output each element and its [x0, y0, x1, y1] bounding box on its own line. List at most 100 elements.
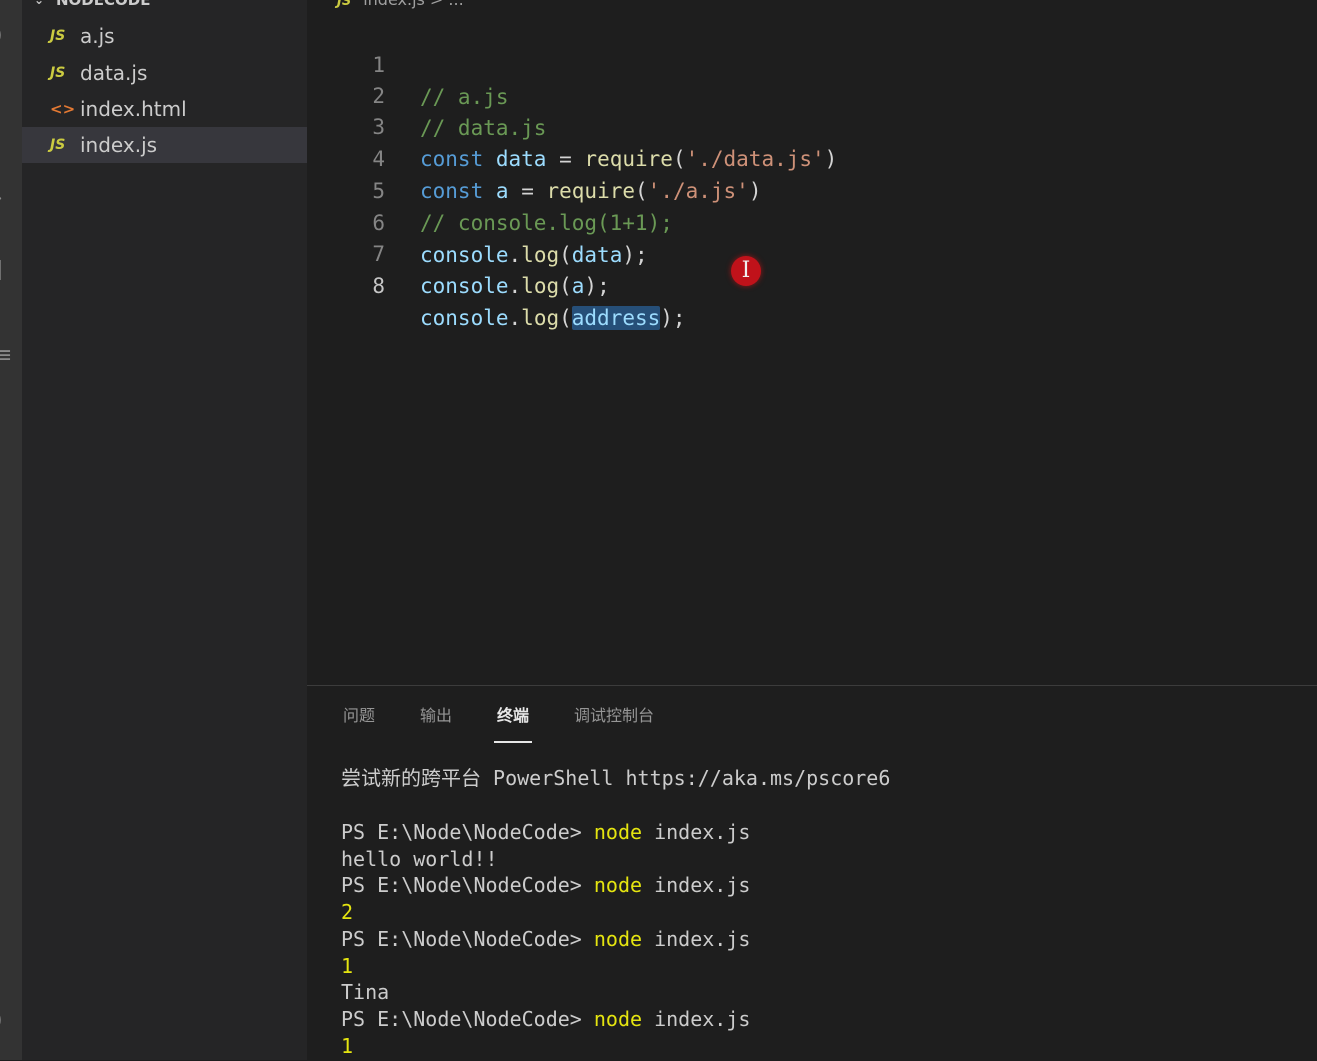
terminal-argument: index.js: [642, 1007, 751, 1031]
activity-icon[interactable]: ›: [0, 188, 6, 210]
code-comment: // console.log(1+1);: [420, 211, 673, 235]
javascript-file-icon: JS: [50, 137, 66, 153]
code-dot: .: [508, 274, 522, 298]
terminal-output: 2: [341, 900, 354, 924]
code-paren: (: [559, 243, 572, 267]
tab-debug-console[interactable]: 调试控制台: [574, 704, 654, 728]
activity-icon[interactable]: ≡: [0, 345, 12, 367]
tab-output[interactable]: 输出: [420, 704, 452, 728]
file-name: a.js: [80, 24, 115, 48]
code-dot: .: [508, 243, 522, 267]
breadcrumb[interactable]: JS index.js > ...: [337, 0, 464, 10]
code-paren: (: [559, 274, 572, 298]
javascript-file-icon: JS: [337, 0, 352, 9]
terminal-command-line: PS E:\Node\NodeCode> node index.js: [341, 872, 750, 899]
code-function: log: [521, 274, 560, 298]
file-item-index-js[interactable]: JS index.js: [22, 127, 307, 163]
code-line[interactable]: 5 // console.log(1+1);: [307, 143, 673, 235]
file-name: data.js: [80, 61, 148, 85]
code-paren: );: [622, 243, 648, 267]
code-paren: (: [635, 179, 648, 203]
code-paren: (: [559, 306, 572, 330]
bottom-panel: 问题 输出 终端 调试控制台 尝试新的跨平台 PowerShell https:…: [307, 685, 1317, 1061]
code-variable: a: [495, 179, 509, 203]
terminal-argument: index.js: [642, 927, 751, 951]
terminal-output: 1: [341, 954, 354, 978]
activity-icon[interactable]: ]: [0, 260, 6, 282]
code-comment: // a.js: [420, 85, 509, 109]
code-line[interactable]: 4 const a = require('./a.js'): [307, 111, 761, 203]
code-variable: data: [495, 147, 547, 171]
terminal-command-line: PS E:\Node\NodeCode> node index.js: [341, 1006, 750, 1033]
folder-name: NODECODE: [56, 0, 151, 9]
breadcrumb-path[interactable]: index.js > ...: [363, 0, 463, 9]
code-object: console: [420, 306, 509, 330]
terminal-output: Tina: [341, 980, 390, 1004]
terminal-argument: index.js: [642, 873, 751, 897]
selected-text[interactable]: address: [571, 306, 661, 330]
code-operator: =: [559, 147, 572, 171]
code-function: log: [521, 306, 560, 330]
tab-problems[interactable]: 问题: [343, 704, 375, 728]
code-keyword: const: [420, 147, 484, 171]
code-operator: =: [521, 179, 534, 203]
code-paren: ): [748, 179, 762, 203]
terminal-output: hello world!!: [341, 847, 498, 871]
activity-bar: ) › ] ≡ ): [0, 0, 22, 1060]
code-function: log: [521, 243, 560, 267]
terminal-prompt: PS E:\Node\NodeCode>: [341, 1007, 594, 1031]
terminal-command: node: [593, 927, 643, 951]
mouse-cursor-highlight: I: [731, 256, 761, 286]
code-function: require: [584, 147, 673, 171]
text-cursor-icon: I: [741, 258, 751, 283]
code-keyword: const: [420, 179, 484, 203]
code-paren: ): [824, 147, 838, 171]
code-function: require: [546, 179, 636, 203]
code-line-current[interactable]: 8 console.log(address);: [307, 238, 686, 330]
terminal-prompt: PS E:\Node\NodeCode>: [341, 820, 594, 844]
explorer-sidebar: ⌄ NODECODE JS a.js JS data.js <> index.h…: [22, 0, 307, 1060]
code-editor[interactable]: JSindex.js > ... 1 // a.js 2 // data.js …: [307, 0, 1317, 685]
active-tab-indicator: [494, 741, 533, 743]
terminal-banner: 尝试新的跨平台 PowerShell https://aka.ms/pscore…: [341, 766, 891, 790]
explorer-folder-header[interactable]: ⌄ NODECODE: [22, 0, 307, 10]
code-object: console: [420, 243, 509, 267]
terminal-command: node: [593, 1007, 643, 1031]
terminal-command-line: PS E:\Node\NodeCode> node index.js: [341, 819, 750, 846]
code-comment: // data.js: [420, 116, 547, 140]
terminal-argument: index.js: [642, 820, 751, 844]
line-number: 8: [372, 274, 385, 298]
terminal-output: 1: [341, 1034, 354, 1058]
code-object: console: [420, 274, 509, 298]
file-item-a-js[interactable]: JS a.js: [22, 18, 307, 54]
activity-icon[interactable]: ): [0, 25, 6, 47]
file-item-data-js[interactable]: JS data.js: [22, 55, 307, 91]
code-paren: (: [672, 147, 686, 171]
code-line[interactable]: 1 // a.js: [307, 17, 508, 109]
terminal-command-line: PS E:\Node\NodeCode> node index.js: [341, 926, 750, 953]
tab-terminal[interactable]: 终端: [494, 704, 533, 743]
terminal-command: node: [593, 820, 643, 844]
tab-terminal-label: 终端: [497, 706, 530, 725]
code-string: './data.js': [685, 147, 825, 171]
code-dot: .: [508, 306, 522, 330]
code-line[interactable]: 3 const data = require('./data.js'): [307, 79, 837, 171]
javascript-file-icon: JS: [50, 65, 66, 81]
account-icon[interactable]: ): [0, 1010, 6, 1032]
code-line[interactable]: 2 // data.js: [307, 48, 546, 140]
code-paren: );: [584, 274, 610, 298]
file-name: index.html: [80, 97, 187, 121]
code-paren: );: [660, 306, 686, 330]
file-name: index.js: [80, 133, 158, 157]
code-string: './a.js': [647, 179, 749, 203]
html-file-icon: <>: [50, 100, 76, 118]
terminal-command: node: [593, 873, 643, 897]
code-argument: data: [571, 243, 623, 267]
code-line[interactable]: 6 console.log(data);: [307, 175, 647, 267]
file-item-index-html[interactable]: <> index.html: [22, 91, 307, 127]
javascript-file-icon: JS: [50, 28, 66, 44]
chevron-down-icon: ⌄: [34, 0, 45, 7]
terminal-prompt: PS E:\Node\NodeCode>: [341, 927, 594, 951]
code-argument: a: [571, 274, 585, 298]
code-line[interactable]: 7 console.log(a);: [307, 206, 609, 298]
